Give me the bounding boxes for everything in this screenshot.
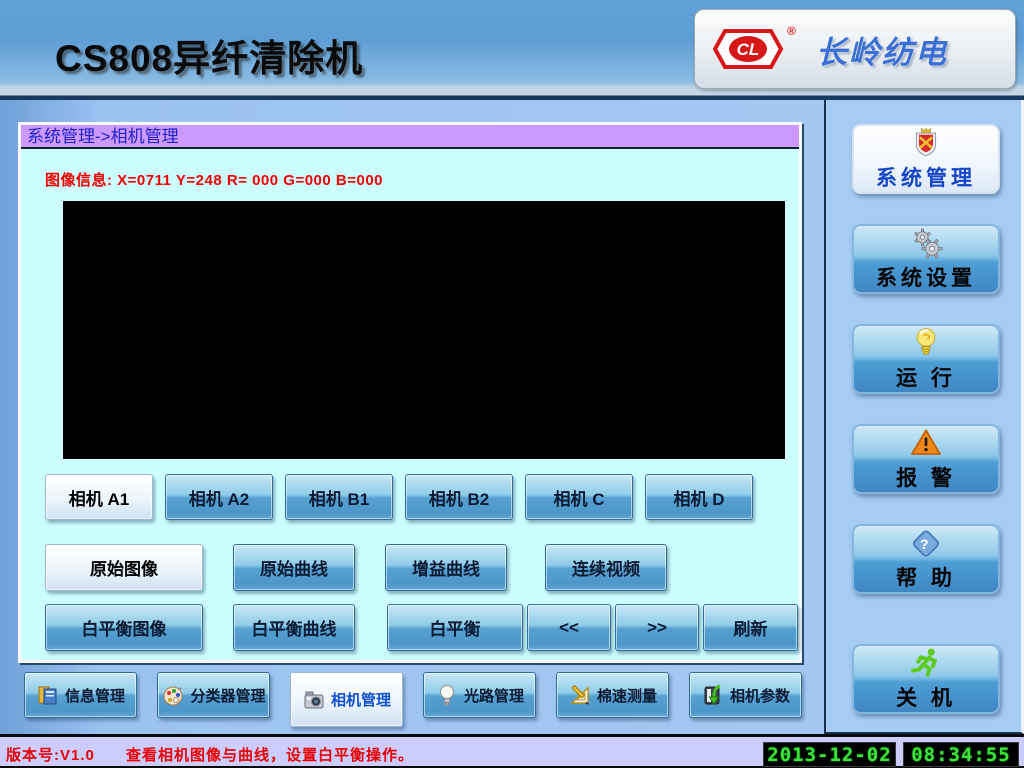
- palette-icon: [161, 683, 185, 707]
- white-balance-button[interactable]: 白平衡: [387, 604, 523, 651]
- tab-cotton-speed-measure[interactable]: 棉速测量: [556, 672, 669, 718]
- app-title: CS808异纤清除机: [55, 28, 363, 82]
- camera-icon: [302, 688, 326, 712]
- running-man-icon: [905, 646, 947, 681]
- white-balance-image-button[interactable]: 白平衡图像: [45, 604, 203, 651]
- sidebar-item-run[interactable]: 运 行: [852, 324, 1000, 394]
- company-logo-icon: CL: [713, 26, 785, 72]
- version-label: 版本号:V1.0: [6, 747, 95, 764]
- prev-button[interactable]: <<: [527, 604, 611, 651]
- camera-b1-button[interactable]: 相机 B1: [285, 474, 393, 520]
- sidebar-item-label: 报 警: [896, 462, 956, 492]
- sidebar: 系统管理 系统设置: [824, 100, 1024, 734]
- main-panel: 系统管理->相机管理 图像信息: X=0711 Y=248 R= 000 G=0…: [18, 122, 802, 663]
- camera-d-button[interactable]: 相机 D: [645, 474, 753, 520]
- white-balance-curve-button[interactable]: 白平衡曲线: [233, 604, 355, 651]
- sidebar-item-help[interactable]: ? 帮 助: [852, 524, 1000, 594]
- time-display: 08:34:55: [903, 742, 1019, 767]
- hint-text: 查看相机图像与曲线，设置白平衡操作。: [126, 747, 414, 764]
- original-curve-button[interactable]: 原始曲线: [233, 544, 355, 591]
- help-icon: ?: [905, 526, 947, 561]
- tab-light-path-management[interactable]: 光路管理: [423, 672, 536, 718]
- sidebar-item-alarm[interactable]: 报 警: [852, 424, 1000, 494]
- camera-c-button[interactable]: 相机 C: [525, 474, 633, 520]
- sidebar-item-label: 系统设置: [876, 262, 976, 292]
- tab-camera-params[interactable]: 相机参数: [689, 672, 802, 718]
- sidebar-item-system-settings[interactable]: 系统设置: [852, 224, 1000, 294]
- warning-icon: [905, 426, 947, 461]
- date-display: 2013-12-02: [763, 742, 896, 767]
- next-button[interactable]: >>: [615, 604, 699, 651]
- breadcrumb: 系统管理->相机管理: [21, 125, 799, 149]
- ruler-measure-icon: [568, 683, 592, 707]
- svg-text:CL: CL: [737, 40, 760, 59]
- gain-curve-button[interactable]: 增益曲线: [385, 544, 507, 591]
- params-book-icon: [701, 683, 725, 707]
- tab-camera-management[interactable]: 相机管理: [290, 672, 403, 727]
- camera-b2-button[interactable]: 相机 B2: [405, 474, 513, 520]
- status-text: 版本号:V1.0 查看相机图像与曲线，设置白平衡操作。: [6, 744, 414, 765]
- camera-image-view[interactable]: [63, 201, 785, 459]
- sidebar-item-label: 系统管理: [876, 162, 976, 192]
- brand-name: 长岭纺电: [816, 27, 948, 72]
- sidebar-item-system-management[interactable]: 系统管理: [852, 124, 1000, 194]
- tab-label: 分类器管理: [190, 685, 265, 706]
- light-bulb-icon: [435, 683, 459, 707]
- registered-mark: ®: [787, 24, 796, 38]
- screen: CS808异纤清除机 CL ® 长岭纺电 系统管理->相机管理 图像信息: X=…: [0, 0, 1024, 768]
- live-video-button[interactable]: 连续视频: [545, 544, 667, 591]
- tab-label: 相机参数: [730, 685, 790, 706]
- tab-label: 棉速测量: [597, 685, 657, 706]
- bulb-icon: [905, 326, 947, 361]
- image-info-readout: 图像信息: X=0711 Y=248 R= 000 G=000 B=000: [45, 169, 383, 190]
- sidebar-item-label: 运 行: [896, 362, 956, 392]
- tab-label: 信息管理: [65, 685, 125, 706]
- sidebar-item-shutdown[interactable]: 关 机: [852, 644, 1000, 714]
- brand-logo-panel: CL ® 长岭纺电: [694, 9, 1016, 89]
- image-info-values: X=0711 Y=248 R= 000 G=000 B=000: [117, 172, 383, 189]
- title-bar: CS808异纤清除机 CL ® 长岭纺电: [0, 0, 1024, 100]
- info-folders-icon: [36, 683, 60, 707]
- sidebar-item-label: 关 机: [896, 682, 956, 712]
- svg-text:?: ?: [920, 536, 932, 552]
- tab-label: 光路管理: [464, 685, 524, 706]
- gears-icon: [905, 226, 947, 261]
- refresh-button[interactable]: 刷新: [703, 604, 798, 651]
- tab-info-management[interactable]: 信息管理: [24, 672, 137, 718]
- status-bar: 版本号:V1.0 查看相机图像与曲线，设置白平衡操作。 2013-12-02 0…: [0, 734, 1024, 768]
- image-info-label: 图像信息:: [45, 172, 113, 189]
- tab-label: 相机管理: [331, 689, 391, 710]
- original-image-button[interactable]: 原始图像: [45, 544, 203, 591]
- tab-classifier-management[interactable]: 分类器管理: [157, 672, 270, 718]
- shield-icon: [905, 126, 947, 161]
- camera-a2-button[interactable]: 相机 A2: [165, 474, 273, 520]
- sidebar-item-label: 帮 助: [896, 562, 956, 592]
- camera-a1-button[interactable]: 相机 A1: [45, 474, 153, 520]
- camera-content-area: 图像信息: X=0711 Y=248 R= 000 G=000 B=000 相机…: [21, 149, 799, 660]
